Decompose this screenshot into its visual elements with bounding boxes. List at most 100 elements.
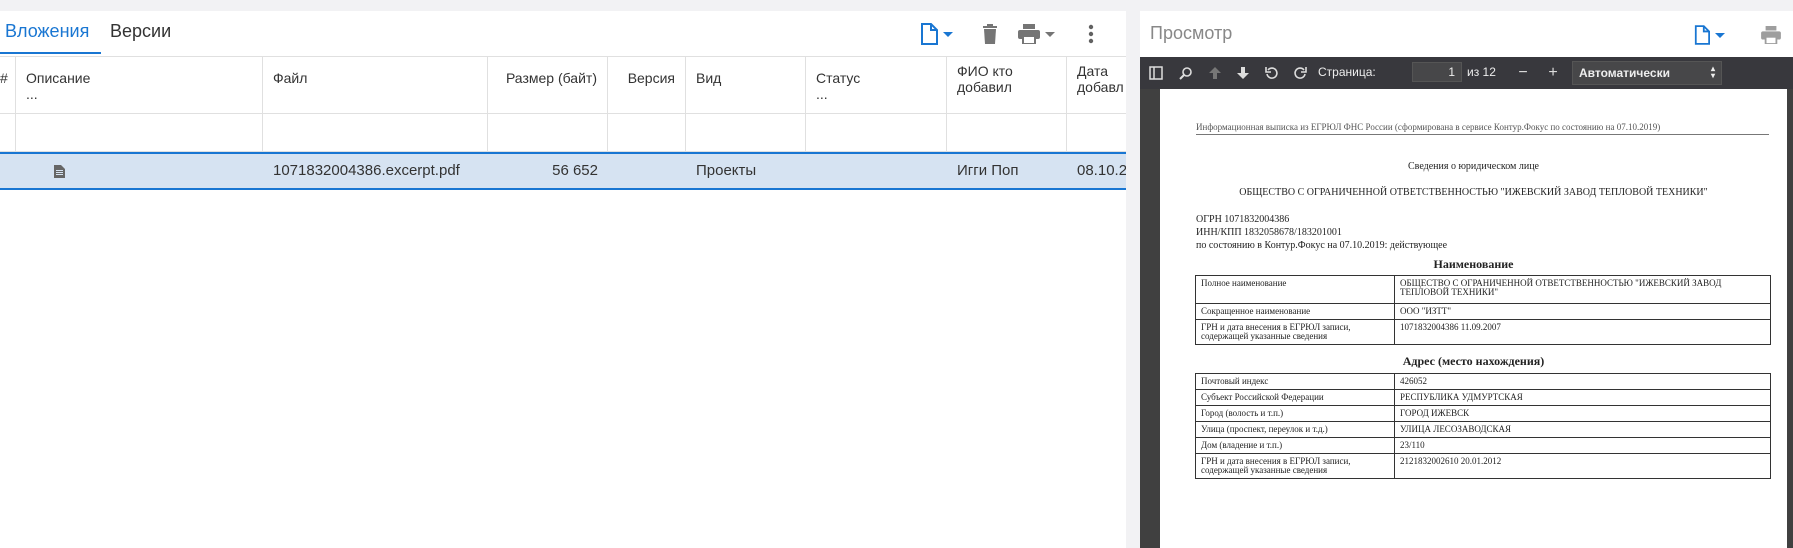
- table-value: 23/110: [1394, 437, 1771, 454]
- next-page-button[interactable]: [1232, 62, 1254, 84]
- table-value: 2121832002610 20.01.2012: [1394, 453, 1771, 479]
- column-header-author[interactable]: ФИО кто добавил: [947, 57, 1067, 113]
- table-key: Почтовый индекс: [1195, 373, 1395, 390]
- column-title: Версия: [627, 70, 675, 86]
- address-table: Почтовый индекс 426052 Субъект Российской…: [1195, 373, 1771, 479]
- row-file[interactable]: 1071832004386.excerpt.pdf: [263, 154, 488, 188]
- column-title: добавл: [1077, 79, 1124, 95]
- arrow-up-icon: [1209, 67, 1221, 79]
- table-key: ГРН и дата внесения в ЕГРЮЛ записи, соде…: [1195, 319, 1395, 345]
- preview-print-button[interactable]: [1761, 23, 1781, 47]
- pdf-toolbar: Страница: 1 из 12 − + Автоматически ▴ ▾: [1140, 57, 1793, 89]
- zoom-select-value: Автоматически: [1579, 66, 1670, 80]
- table-row[interactable]: 1071832004386.excerpt.pdf 56 652 Проекты…: [0, 152, 1126, 190]
- column-header-index[interactable]: #: [0, 57, 16, 113]
- column-header-file[interactable]: Файл: [263, 57, 488, 113]
- zoom-select[interactable]: Автоматически ▴ ▾: [1572, 61, 1722, 85]
- preview-file-button[interactable]: [1694, 23, 1725, 47]
- column-header-status[interactable]: Статус...: [806, 57, 947, 113]
- document-header: Информационная выписка из ЕГРЮЛ ФНС Росс…: [1196, 122, 1769, 135]
- column-title: Вид: [696, 70, 722, 86]
- filter-description[interactable]: [16, 113, 263, 151]
- column-header-description[interactable]: Описание...: [16, 57, 263, 113]
- previous-page-button[interactable]: [1204, 62, 1226, 84]
- filter-author[interactable]: [947, 113, 1067, 151]
- section-name-heading: Наименование: [1433, 257, 1514, 271]
- rotate-ccw-button[interactable]: [1261, 62, 1283, 84]
- table-row: Почтовый индекс 426052: [1195, 373, 1771, 390]
- filter-row: [0, 113, 1126, 152]
- select-arrows-icon: ▴ ▾: [1710, 64, 1715, 80]
- inn-line: ИНН/КПП 1832058678/183201001: [1196, 227, 1342, 238]
- printer-icon: [1018, 24, 1040, 44]
- pdf-viewer[interactable]: Информационная выписка из ЕГРЮЛ ФНС Росс…: [1140, 89, 1793, 548]
- filter-version[interactable]: [608, 113, 686, 151]
- column-header-version[interactable]: Версия: [608, 57, 686, 113]
- column-title: Размер (байт): [505, 70, 597, 86]
- table-row: ГРН и дата внесения в ЕГРЮЛ записи, соде…: [1195, 319, 1771, 345]
- page-number-input[interactable]: 1: [1412, 62, 1462, 82]
- column-title: Статус: [816, 70, 861, 86]
- table-value: 1071832004386 11.09.2007: [1394, 319, 1771, 345]
- attachments-toolbar: [920, 22, 1110, 46]
- sidebar-toggle-button[interactable]: [1145, 62, 1167, 84]
- table-value: ГОРОД ИЖЕВСК: [1394, 405, 1771, 422]
- filter-file[interactable]: [263, 113, 488, 151]
- table-key: Полное наименование: [1195, 275, 1395, 304]
- sidebar-icon: [1149, 66, 1163, 80]
- zoom-out-button[interactable]: −: [1512, 62, 1534, 84]
- page-total: из 12: [1467, 65, 1496, 79]
- filter-size[interactable]: [488, 113, 608, 151]
- status-line: по состоянию в Контур.Фокус на 07.10.201…: [1196, 240, 1448, 251]
- row-date: 08.10.2: [1077, 162, 1126, 179]
- printer-icon: [1761, 26, 1781, 44]
- company-name: ОБЩЕСТВО С ОГРАНИЧЕННОЙ ОТВЕТСТВЕННОСТЬЮ…: [1239, 187, 1708, 198]
- row-size: 56 652: [552, 162, 598, 179]
- tab-versions[interactable]: Версии: [110, 21, 171, 42]
- table-row: Дом (владение и т.п.) 23/110: [1195, 437, 1771, 454]
- row-status: [806, 154, 947, 188]
- file-icon: [1694, 25, 1710, 45]
- table-value: РЕСПУБЛИКА УДМУРТСКАЯ: [1394, 389, 1771, 406]
- table-row: ГРН и дата внесения в ЕГРЮЛ записи, соде…: [1195, 453, 1771, 479]
- table-row: Сокращенное наименование ООО "ИЗТТ": [1195, 303, 1771, 320]
- table-key: Дом (владение и т.п.): [1195, 437, 1395, 454]
- column-header-size[interactable]: Размер (байт): [488, 57, 608, 113]
- find-button[interactable]: [1175, 62, 1197, 84]
- chevron-down-icon: [943, 31, 953, 37]
- zoom-in-button[interactable]: +: [1542, 62, 1564, 84]
- table-value: ОБЩЕСТВО С ОГРАНИЧЕННОЙ ОТВЕТСТВЕННОСТЬЮ…: [1394, 275, 1771, 304]
- table-row: Полное наименование ОБЩЕСТВО С ОГРАНИЧЕНН…: [1195, 275, 1771, 304]
- column-title: добавил: [957, 79, 1012, 95]
- arrow-down-icon: [1237, 67, 1249, 79]
- trash-icon: [983, 24, 997, 44]
- preview-title: Просмотр: [1150, 23, 1233, 43]
- tab-attachments[interactable]: Вложения: [5, 21, 89, 42]
- more-options-button[interactable]: [1088, 22, 1094, 46]
- print-button[interactable]: [1018, 22, 1055, 46]
- rotate-cw-button[interactable]: [1289, 62, 1311, 84]
- column-title: Описание: [26, 70, 91, 86]
- filter-date[interactable]: [1067, 113, 1126, 151]
- table-row: Субъект Российской Федерации РЕСПУБЛИКА У…: [1195, 389, 1771, 406]
- filter-kind[interactable]: [686, 113, 806, 151]
- table-key: Сокращенное наименование: [1195, 303, 1395, 320]
- column-header-kind[interactable]: Вид: [686, 57, 806, 113]
- new-document-button[interactable]: [920, 22, 953, 46]
- table-key: Субъект Российской Федерации: [1195, 389, 1395, 406]
- filter-status[interactable]: [806, 113, 947, 151]
- column-title: ФИО кто: [957, 63, 1013, 79]
- ogrn-line: ОГРН 1071832004386: [1196, 214, 1290, 225]
- document-icon: [54, 164, 65, 178]
- rotate-cw-icon: [1294, 67, 1307, 79]
- search-icon: [1179, 67, 1192, 80]
- row-kind: Проекты: [696, 162, 757, 179]
- name-table: Полное наименование ОБЩЕСТВО С ОГРАНИЧЕНН…: [1195, 275, 1771, 345]
- delete-button[interactable]: [982, 22, 998, 46]
- preview-panel: Просмотр Страница: 1 из 12 − + Автоматич…: [1140, 11, 1793, 548]
- file-icon: [921, 23, 938, 45]
- filter-cell[interactable]: [0, 113, 16, 151]
- page-label: Страница:: [1318, 65, 1376, 79]
- attachments-panel: Вложения Версии # Описание... Файл Разме…: [0, 11, 1126, 548]
- column-header-date[interactable]: Дата добавл: [1067, 57, 1126, 113]
